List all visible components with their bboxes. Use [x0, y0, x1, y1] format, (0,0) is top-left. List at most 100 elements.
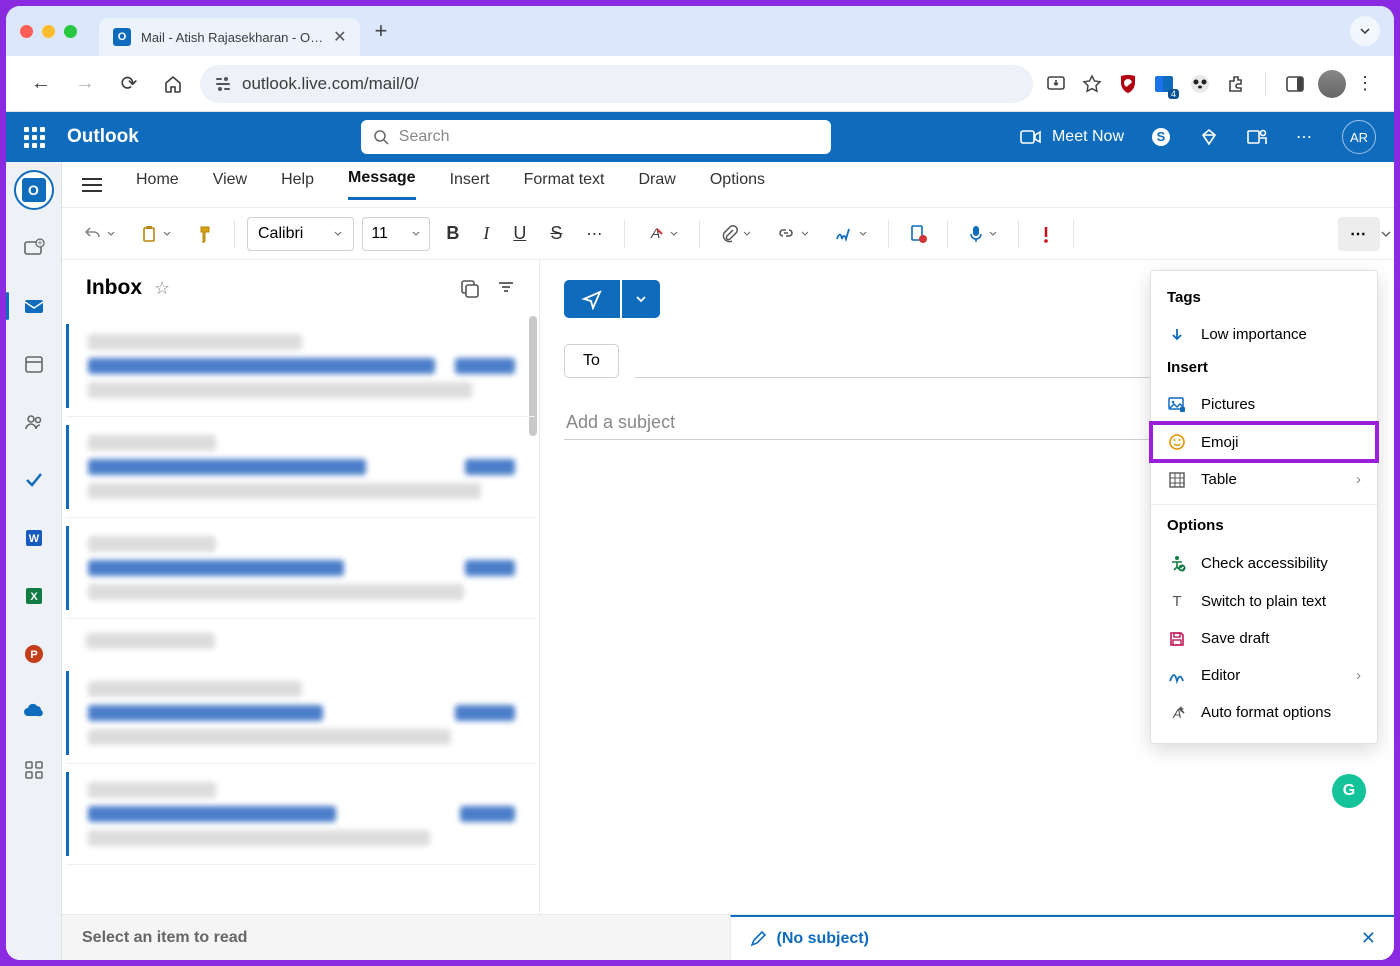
tab-options[interactable]: Options	[710, 171, 765, 199]
tab-insert[interactable]: Insert	[450, 171, 490, 199]
list-item[interactable]	[66, 764, 535, 865]
site-settings-icon[interactable]	[214, 75, 232, 93]
new-tab-button[interactable]: +	[374, 18, 387, 44]
list-item[interactable]	[66, 663, 535, 764]
rail-word-icon[interactable]: W	[14, 518, 54, 558]
rail-todo-icon[interactable]	[14, 460, 54, 500]
rail-mail-icon[interactable]	[14, 286, 54, 326]
menu-emoji[interactable]: Emoji	[1151, 423, 1377, 461]
strikethrough-button[interactable]: S	[542, 217, 570, 251]
maximize-window-icon[interactable]	[64, 25, 77, 38]
high-importance-button[interactable]	[1031, 217, 1061, 251]
browser-tab[interactable]: O Mail - Atish Rajasekharan - O… ✕	[99, 18, 360, 56]
brand-label: Outlook	[67, 126, 139, 148]
rail-people-icon[interactable]	[14, 402, 54, 442]
side-panel-icon[interactable]	[1282, 71, 1308, 97]
format-painter-button[interactable]	[188, 217, 222, 251]
skype-icon[interactable]: S	[1150, 126, 1172, 148]
browser-menu-icon[interactable]: ⋮	[1356, 73, 1376, 94]
teams-icon[interactable]	[1246, 126, 1268, 148]
search-input[interactable]: Search	[361, 120, 831, 154]
tab-help[interactable]: Help	[281, 171, 314, 199]
paste-button[interactable]	[132, 217, 180, 251]
close-draft-icon[interactable]: ✕	[1361, 928, 1376, 949]
minimize-window-icon[interactable]	[42, 25, 55, 38]
send-options-button[interactable]	[622, 280, 660, 318]
extension-panda-icon[interactable]	[1187, 71, 1213, 97]
svg-text:S: S	[1157, 129, 1166, 144]
more-icon[interactable]: ⋯	[1294, 127, 1316, 147]
dropdown-section-tags: Tags	[1151, 283, 1377, 316]
rail-newmail-icon[interactable]: +	[14, 228, 54, 268]
rail-more-apps-icon[interactable]	[14, 750, 54, 790]
sensitivity-button[interactable]	[901, 217, 935, 251]
signature-button[interactable]	[826, 217, 876, 251]
menu-pictures[interactable]: Pictures	[1151, 386, 1377, 423]
to-button[interactable]: To	[564, 344, 619, 378]
address-bar[interactable]: outlook.live.com/mail/0/	[200, 65, 1033, 103]
list-item[interactable]	[66, 518, 535, 619]
bookmark-icon[interactable]	[1079, 71, 1105, 97]
menu-table[interactable]: Table ›	[1151, 461, 1377, 498]
link-button[interactable]	[768, 217, 818, 251]
tab-view[interactable]: View	[213, 171, 247, 199]
font-select[interactable]: Calibri	[247, 217, 354, 251]
message-list[interactable]	[62, 316, 539, 914]
menu-check-accessibility[interactable]: Check accessibility	[1151, 544, 1377, 582]
send-button[interactable]	[564, 280, 620, 318]
menu-editor[interactable]: Editor ›	[1151, 657, 1377, 694]
forward-button[interactable]: →	[68, 67, 102, 101]
clear-formatting-button[interactable]: A	[637, 217, 687, 251]
tab-draw[interactable]: Draw	[639, 171, 676, 199]
undo-button[interactable]	[76, 217, 124, 251]
install-app-icon[interactable]	[1043, 71, 1069, 97]
premium-icon[interactable]	[1198, 126, 1220, 148]
inbox-title: Inbox	[86, 276, 142, 300]
menu-auto-format[interactable]: A Auto format options	[1151, 694, 1377, 731]
grammarly-icon[interactable]: G	[1332, 774, 1366, 808]
ublock-icon[interactable]	[1115, 71, 1141, 97]
list-item[interactable]	[66, 417, 535, 518]
rail-excel-icon[interactable]: X	[14, 576, 54, 616]
list-item[interactable]	[66, 316, 535, 417]
ribbon-tabs: Home View Help Message Insert Format tex…	[62, 162, 1394, 208]
menu-low-importance[interactable]: Low importance	[1151, 316, 1377, 353]
extensions-icon[interactable]	[1223, 71, 1249, 97]
rail-outlook-icon[interactable]: O	[14, 170, 54, 210]
more-formatting-button[interactable]: ⋯	[578, 217, 612, 251]
rail-powerpoint-icon[interactable]: P	[14, 634, 54, 674]
profile-avatar[interactable]	[1318, 70, 1346, 98]
italic-button[interactable]: I	[475, 217, 497, 251]
attach-button[interactable]	[712, 217, 760, 251]
close-window-icon[interactable]	[20, 25, 33, 38]
nav-toggle-icon[interactable]	[82, 178, 102, 192]
rail-onedrive-icon[interactable]	[14, 692, 54, 732]
tab-home[interactable]: Home	[136, 171, 179, 199]
rail-calendar-icon[interactable]	[14, 344, 54, 384]
back-button[interactable]: ←	[24, 67, 58, 101]
reload-button[interactable]: ⟳	[112, 67, 146, 101]
toolbar-overflow-button[interactable]: ⋯	[1338, 217, 1380, 251]
underline-button[interactable]: U	[505, 217, 534, 251]
meet-now-button[interactable]: Meet Now	[1020, 128, 1124, 146]
chevron-right-icon: ›	[1356, 667, 1361, 684]
browser-tab-title: Mail - Atish Rajasekharan - O…	[141, 30, 323, 45]
tab-close-icon[interactable]: ✕	[333, 27, 346, 47]
user-avatar[interactable]: AR	[1342, 120, 1376, 154]
menu-save-draft[interactable]: Save draft	[1151, 620, 1377, 657]
favorite-folder-icon[interactable]: ☆	[154, 278, 170, 299]
dictate-button[interactable]	[960, 217, 1006, 251]
draft-tab[interactable]: (No subject) ✕	[730, 915, 1395, 960]
home-button[interactable]	[156, 67, 190, 101]
collapse-ribbon-icon[interactable]	[1380, 228, 1392, 240]
tab-message[interactable]: Message	[348, 169, 416, 200]
tab-format-text[interactable]: Format text	[524, 171, 605, 199]
font-size-select[interactable]: 11	[362, 217, 430, 251]
extension-blue-icon[interactable]: 4	[1151, 71, 1177, 97]
filter-icon[interactable]	[497, 278, 515, 298]
bold-button[interactable]: B	[438, 217, 467, 251]
app-launcher-icon[interactable]	[24, 127, 45, 148]
menu-switch-plain-text[interactable]: T Switch to plain text	[1151, 582, 1377, 620]
tab-overflow-button[interactable]	[1350, 16, 1380, 46]
select-all-icon[interactable]	[459, 278, 479, 298]
